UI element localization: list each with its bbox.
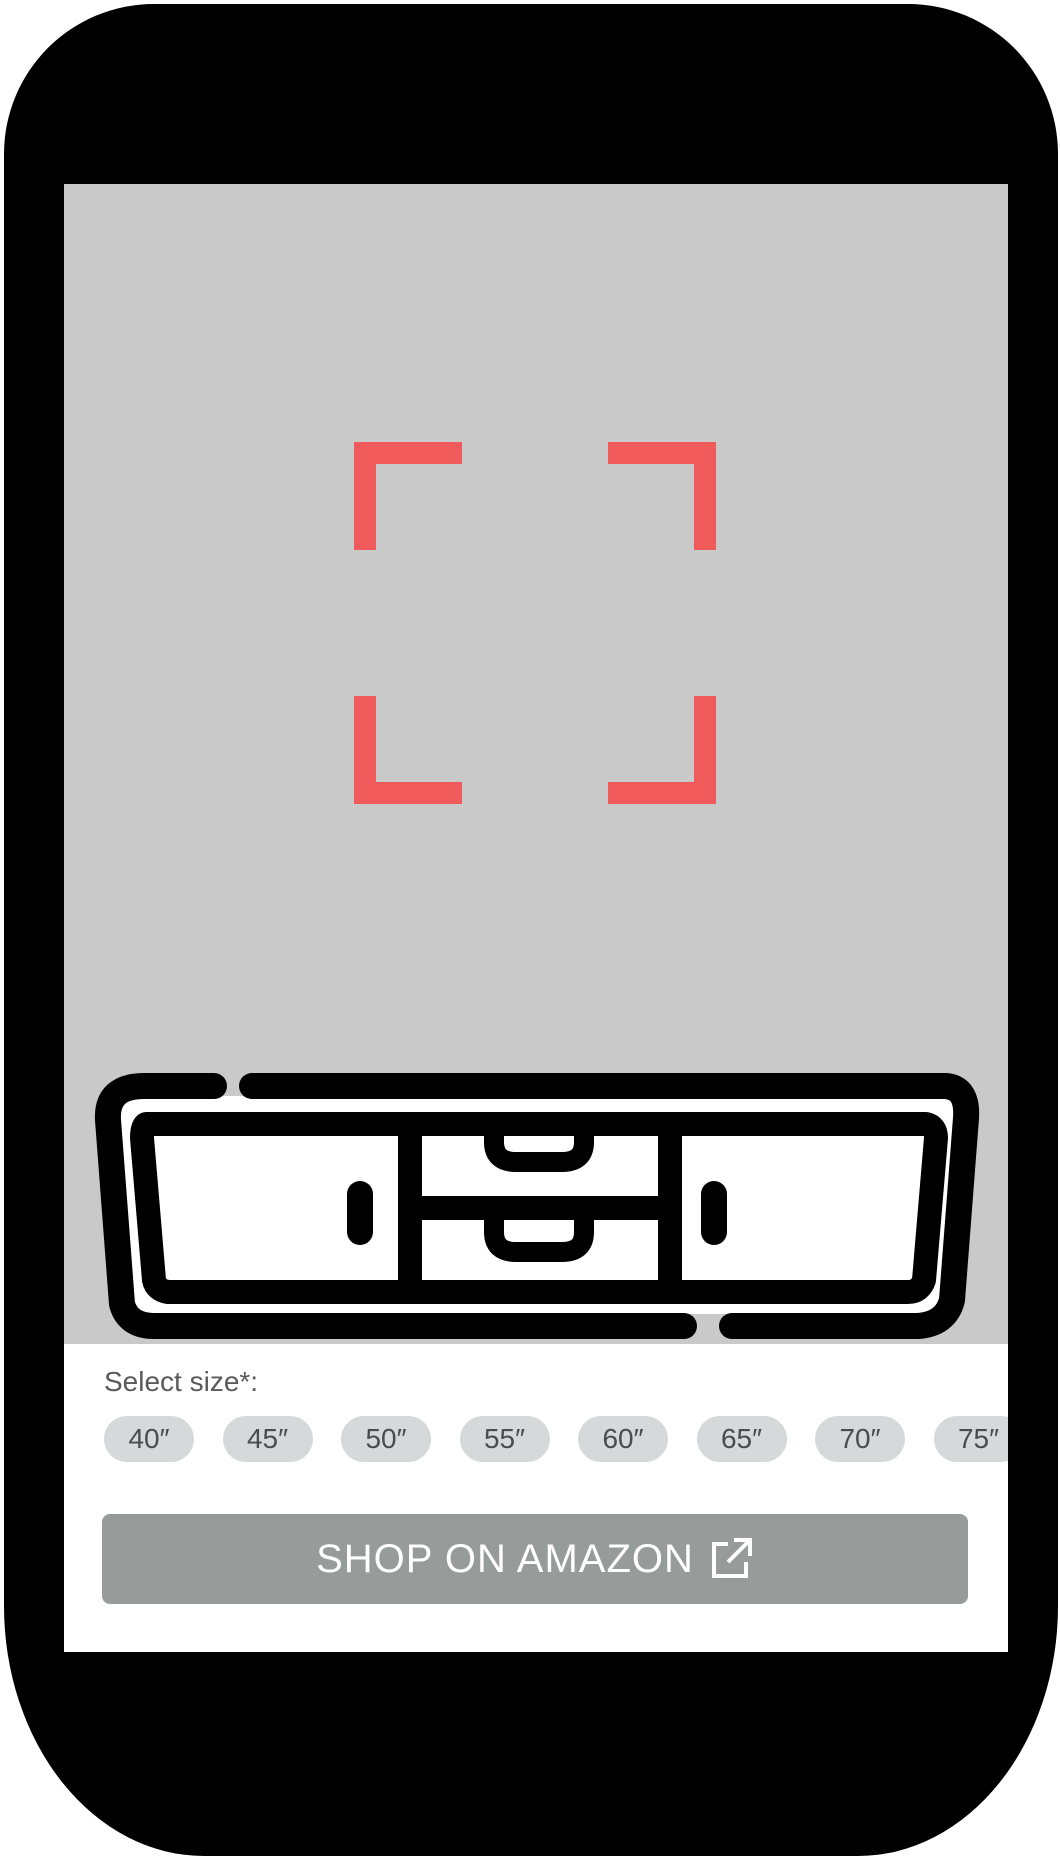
scan-corner-bottom-right	[608, 696, 716, 804]
size-chip-55[interactable]: 55″	[459, 1416, 550, 1462]
size-selection-panel: Select size*: 40″ 45″ 50″ 55″ 60″ 65″ 70″ 75″ S…	[64, 1344, 1008, 1652]
shop-on-amazon-button[interactable]: SHOP ON AMAZON	[102, 1514, 968, 1604]
camera-view[interactable]	[64, 184, 1008, 1344]
size-chip-40[interactable]: 40″	[104, 1416, 194, 1462]
size-chip-75[interactable]: 75″	[933, 1416, 1008, 1462]
shop-button-label: SHOP ON AMAZON	[316, 1536, 694, 1581]
size-options: 40″ 45″ 50″ 55″ 60″ 65″ 70″ 75″	[104, 1416, 1008, 1464]
size-chip-50[interactable]: 50″	[341, 1416, 431, 1462]
external-link-icon	[711, 1538, 752, 1578]
phone-frame: Select size*: 40″ 45″ 50″ 55″ 60″ 65″ 70″ 75″ S…	[4, 4, 1058, 1856]
size-chip-60[interactable]: 60″	[578, 1416, 668, 1462]
tv-stand-icon	[94, 1073, 980, 1339]
size-chip-45[interactable]: 45″	[222, 1416, 313, 1462]
scan-frame-icon	[354, 442, 716, 804]
scan-corner-bottom-left	[354, 696, 462, 804]
size-chip-70[interactable]: 70″	[815, 1416, 905, 1462]
scan-corner-top-right	[608, 442, 716, 550]
scan-corner-top-left	[354, 442, 462, 550]
app-screen: Select size*: 40″ 45″ 50″ 55″ 60″ 65″ 70″ 75″ S…	[64, 184, 1008, 1652]
size-label: Select size*:	[104, 1366, 259, 1397]
size-chip-65[interactable]: 65″	[696, 1416, 787, 1462]
